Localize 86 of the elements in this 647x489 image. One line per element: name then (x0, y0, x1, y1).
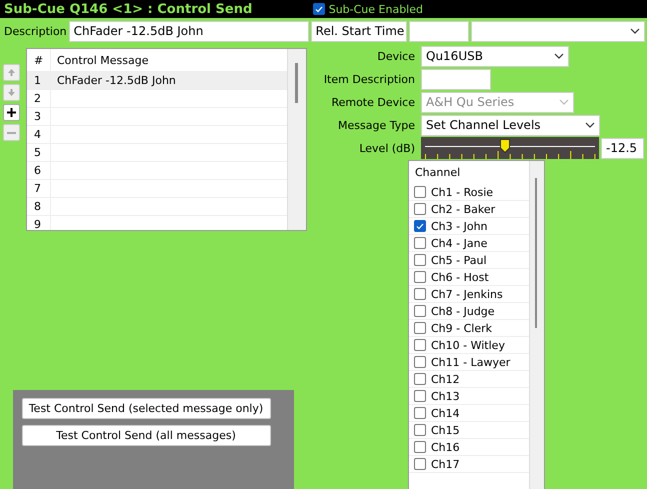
channel-label: Ch9 - Clerk (431, 322, 492, 335)
channel-label: Ch1 - Rosie (431, 186, 494, 199)
field-label: Device (376, 50, 415, 63)
checkbox[interactable] (414, 441, 426, 454)
window-title: Sub-Cue Q146 <1> : Control Send (4, 2, 252, 16)
checkbox[interactable] (414, 390, 426, 402)
checkbox[interactable] (414, 373, 426, 386)
table-row[interactable]: 6 (27, 162, 287, 180)
checkbox[interactable] (414, 356, 426, 368)
start-time-dropdown[interactable]: Rel. Start Time (310, 20, 407, 42)
column-header: Control Message (56, 54, 148, 66)
arrow-up-icon (7, 68, 16, 77)
row-number: 6 (27, 162, 51, 179)
chevron-down-icon (585, 122, 595, 128)
field-label: Message Type (337, 118, 415, 132)
row-number: 7 (27, 180, 51, 197)
row-number: 5 (27, 144, 51, 161)
row-number: 1 (27, 72, 51, 89)
channel-label: Ch10 - Witley (431, 338, 505, 352)
table-row[interactable]: 3 (27, 108, 287, 126)
slider-thumb[interactable] (500, 139, 510, 153)
checkbox[interactable] (414, 407, 426, 420)
checkbox[interactable] (414, 305, 426, 318)
table-row[interactable]: 4 (27, 126, 287, 144)
checkbox[interactable] (414, 237, 426, 250)
checkbox[interactable] (312, 3, 325, 15)
row-number: 8 (27, 198, 51, 215)
field-label: Level (dB) (358, 142, 415, 154)
channel-label: Ch2 - Baker (431, 202, 496, 216)
channel-label: Ch5 - Paul (431, 254, 487, 267)
description-field[interactable]: ChFader -12.5dB John (68, 20, 309, 42)
channel-label: Ch14 (431, 406, 460, 420)
table-row[interactable]: 1 ChFader -12.5dB John (27, 72, 287, 90)
add-button[interactable] (3, 104, 20, 121)
chevron-down-icon (554, 53, 564, 60)
table-row[interactable]: 8 (27, 198, 287, 216)
channel-label: Ch7 - Jenkins (431, 288, 503, 301)
channel-label: Ch16 (431, 440, 460, 454)
checkbox[interactable] (414, 458, 426, 470)
table-row[interactable]: 7 (27, 180, 287, 198)
checkbox[interactable] (414, 186, 426, 198)
checkbox[interactable] (414, 203, 426, 216)
time-field[interactable] (408, 20, 469, 42)
channel-label: Ch3 - John (431, 220, 488, 233)
checkbox[interactable] (414, 220, 426, 232)
column-header: # (27, 49, 51, 71)
checkbox[interactable] (414, 254, 426, 266)
field-label: Item Description (322, 72, 415, 86)
row-number: 2 (27, 90, 51, 107)
channel-label: Ch15 (431, 424, 460, 437)
chevron-down-icon (559, 99, 569, 106)
channel-label: Ch13 (431, 390, 460, 403)
checkbox-label: Sub-Cue Enabled (328, 2, 423, 16)
channel-label: Ch11 - Lawyer (431, 356, 510, 369)
field-label: Remote Device (330, 96, 415, 109)
minus-icon (7, 132, 16, 134)
checkbox[interactable] (414, 339, 426, 352)
chevron-down-icon (630, 28, 640, 34)
column-header: Channel (414, 165, 462, 182)
table-row[interactable]: 5 (27, 144, 287, 162)
checkbox[interactable] (414, 322, 426, 334)
item-description-field[interactable] (421, 68, 491, 90)
scrollbar[interactable] (529, 161, 544, 489)
channel-label: Ch4 - Jane (431, 236, 488, 250)
row-number: 4 (27, 126, 51, 143)
channel-label: Ch12 (431, 372, 460, 386)
message-type-dropdown[interactable]: Set Channel Levels (421, 114, 600, 136)
field-label: Description (4, 24, 67, 38)
test-button[interactable]: Test Control Send (all messages) (22, 425, 270, 446)
row-number: 3 (27, 108, 51, 125)
channel-label: Ch17 (431, 458, 460, 471)
plus-icon (7, 108, 16, 117)
channel-label: Ch6 - Host (431, 270, 489, 284)
checkbox[interactable] (414, 288, 426, 300)
table-row[interactable]: 2 (27, 90, 287, 108)
device-dropdown[interactable]: Qu16USB (421, 46, 569, 67)
level-field[interactable]: -12.5 (601, 138, 644, 158)
scrollbar[interactable] (287, 49, 306, 230)
checkbox[interactable] (414, 424, 426, 436)
level-slider[interactable] (421, 137, 599, 159)
row-number: 9 (27, 216, 51, 230)
test-button[interactable]: Test Control Send (selected message only) (22, 398, 270, 419)
arrow-down-icon (7, 88, 16, 97)
checkbox[interactable] (414, 271, 426, 284)
table-cell-text: ChFader -12.5dB John (56, 74, 176, 87)
channel-label: Ch8 - Judge (431, 304, 495, 318)
